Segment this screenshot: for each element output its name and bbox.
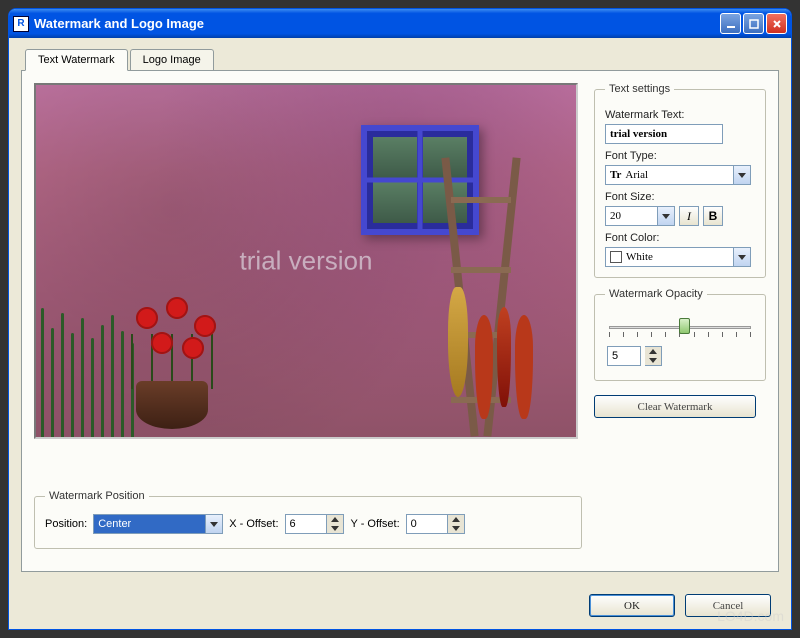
- position-select[interactable]: Center: [93, 514, 223, 534]
- font-type-select[interactable]: Tr Arial: [605, 165, 751, 185]
- y-offset-spinner[interactable]: [448, 514, 465, 534]
- preview-flowers: [116, 297, 236, 387]
- chevron-down-icon: [733, 248, 750, 266]
- slider-thumb-icon[interactable]: [679, 318, 690, 334]
- spin-up-icon[interactable]: [448, 515, 464, 524]
- truetype-icon: Tr: [610, 169, 621, 181]
- tab-logo-image[interactable]: Logo Image: [130, 49, 214, 71]
- opacity-legend: Watermark Opacity: [605, 288, 707, 300]
- italic-button[interactable]: I: [679, 206, 699, 226]
- tab-text-watermark[interactable]: Text Watermark: [25, 49, 128, 71]
- font-type-value: Arial: [625, 169, 648, 181]
- position-label: Position:: [45, 518, 87, 530]
- tab-panel: trial version Text settings Watermark Te…: [21, 70, 779, 572]
- position-legend: Watermark Position: [45, 490, 149, 502]
- preview-flowerpot: [136, 381, 208, 429]
- clear-watermark-button[interactable]: Clear Watermark: [594, 395, 756, 418]
- ok-button[interactable]: OK: [589, 594, 675, 617]
- text-settings-legend: Text settings: [605, 83, 674, 95]
- close-button[interactable]: [766, 13, 787, 34]
- y-offset-input[interactable]: [406, 514, 448, 534]
- text-settings-group: Text settings Watermark Text: Font Type:…: [594, 83, 766, 278]
- position-value: Center: [98, 518, 131, 530]
- chevron-down-icon: [205, 515, 222, 533]
- opacity-slider[interactable]: [607, 316, 753, 340]
- chevron-down-icon: [657, 207, 674, 225]
- dialog-window: R Watermark and Logo Image Text Watermar…: [8, 8, 792, 630]
- font-size-value: 20: [610, 210, 621, 222]
- position-group: Watermark Position Position: Center X - …: [34, 490, 582, 549]
- cancel-button[interactable]: Cancel: [685, 594, 771, 617]
- bold-button[interactable]: B: [703, 206, 723, 226]
- x-offset-input[interactable]: [285, 514, 327, 534]
- minimize-button[interactable]: [720, 13, 741, 34]
- font-size-label: Font Size:: [605, 191, 755, 203]
- tab-strip: Text Watermark Logo Image: [25, 48, 779, 70]
- window-title: Watermark and Logo Image: [34, 16, 720, 31]
- font-color-value: White: [626, 251, 653, 263]
- preview-ladder: [436, 157, 526, 437]
- opacity-spinner[interactable]: [645, 346, 662, 366]
- opacity-value-input[interactable]: [607, 346, 641, 366]
- x-offset-label: X - Offset:: [229, 518, 278, 530]
- maximize-button[interactable]: [743, 13, 764, 34]
- watermark-text-input[interactable]: [605, 124, 723, 144]
- color-swatch-icon: [610, 251, 622, 263]
- spin-down-icon[interactable]: [645, 356, 661, 365]
- preview-corn: [448, 287, 468, 397]
- spin-up-icon[interactable]: [645, 347, 661, 356]
- y-offset-label: Y - Offset:: [351, 518, 400, 530]
- spin-up-icon[interactable]: [327, 515, 343, 524]
- font-color-label: Font Color:: [605, 232, 755, 244]
- watermark-overlay-text: trial version: [240, 246, 373, 277]
- font-type-label: Font Type:: [605, 150, 755, 162]
- spin-down-icon[interactable]: [448, 524, 464, 533]
- font-color-select[interactable]: White: [605, 247, 751, 267]
- x-offset-spinner[interactable]: [327, 514, 344, 534]
- app-icon: R: [13, 16, 29, 32]
- font-size-select[interactable]: 20: [605, 206, 675, 226]
- watermark-text-label: Watermark Text:: [605, 109, 755, 121]
- preview-chilis: [497, 307, 511, 407]
- chevron-down-icon: [733, 166, 750, 184]
- titlebar[interactable]: R Watermark and Logo Image: [9, 9, 791, 38]
- opacity-group: Watermark Opacity: [594, 288, 766, 381]
- spin-down-icon[interactable]: [327, 524, 343, 533]
- watermark-preview: trial version: [34, 83, 578, 439]
